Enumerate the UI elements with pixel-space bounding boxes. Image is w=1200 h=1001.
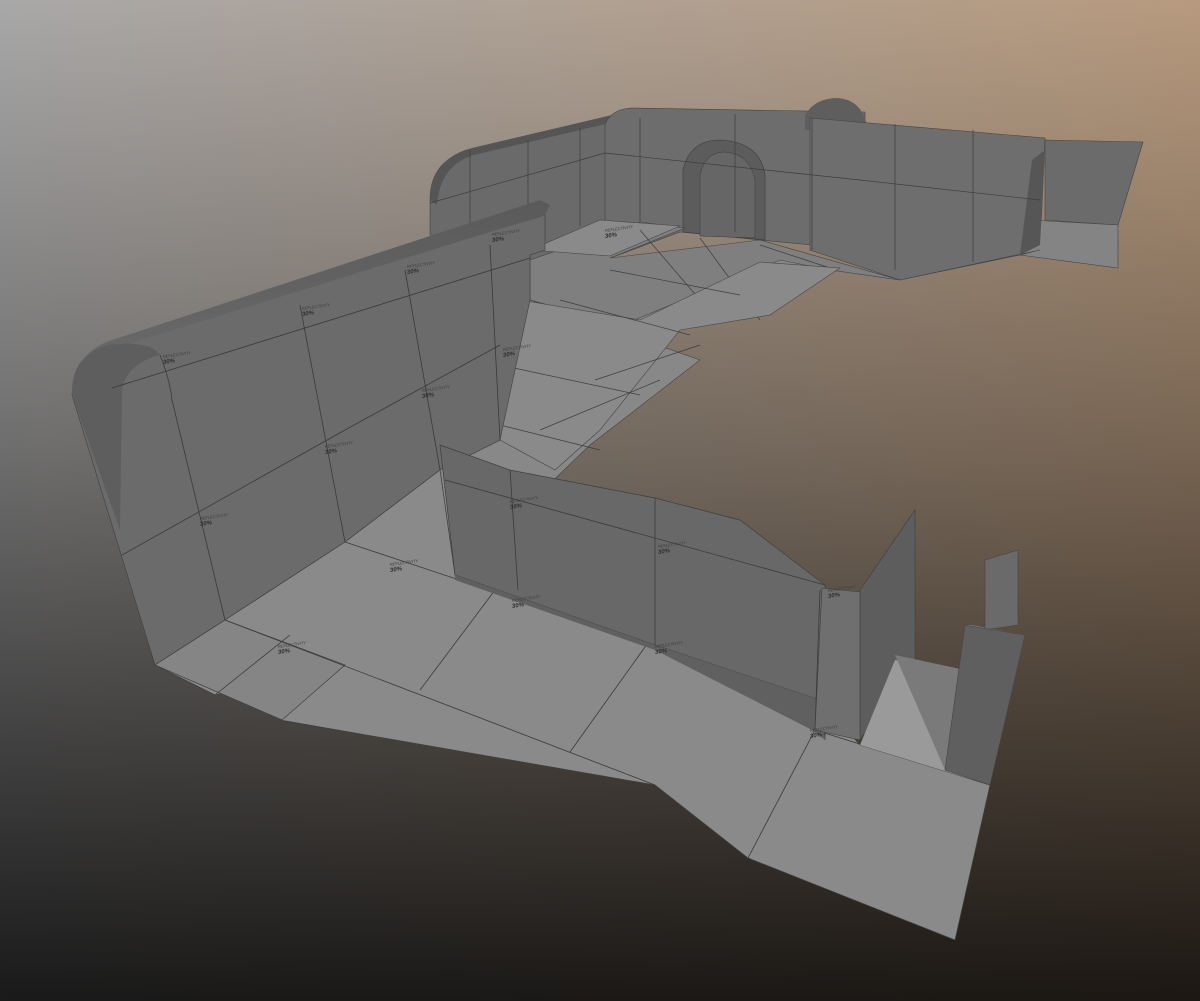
arch-inner: [699, 151, 756, 239]
level-geometry: REFLECTIVITY30%REFLECTIVITY30%REFLECTIVI…: [0, 0, 1200, 1001]
inner-wall-end-face: [814, 587, 861, 741]
3d-viewport[interactable]: REFLECTIVITY 30% REFLECTIVITY 30% REFLECTIVI…: [0, 0, 1200, 1001]
back-wall-right: [809, 117, 1046, 281]
corner-pillar: [984, 549, 1019, 631]
